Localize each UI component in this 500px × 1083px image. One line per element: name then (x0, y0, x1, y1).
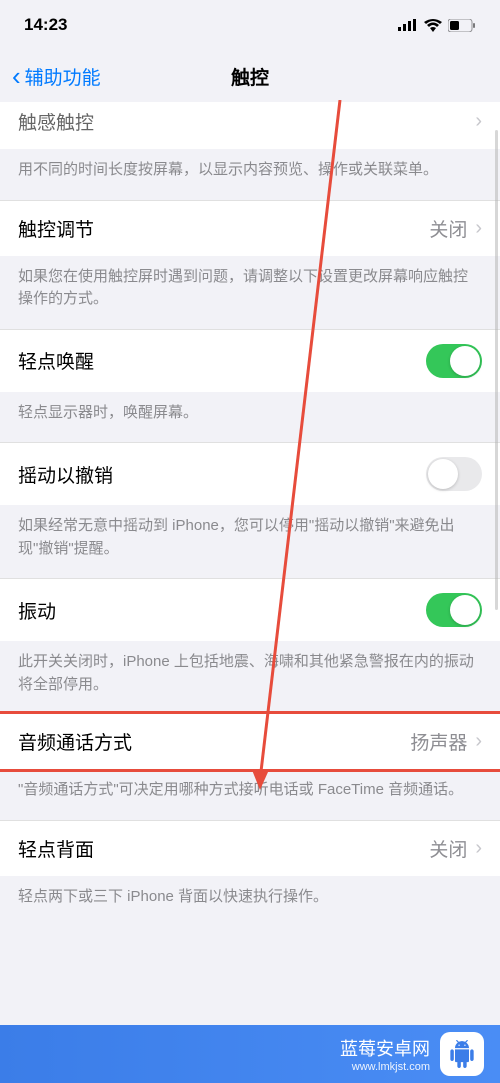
scrollbar[interactable] (495, 130, 498, 610)
vibration-footer: 此开关关闭时，iPhone 上包括地震、海啸和其他紧急警报在内的振动将全部停用。 (0, 641, 500, 714)
watermark-title: 蓝莓安卓网 (340, 1035, 430, 1061)
shake-undo-footer: 如果经常无意中摇动到 iPhone，您可以停用"摇动以撤销"来避免出现"撤销"提… (0, 505, 500, 578)
watermark-url: www.lmkjst.com (352, 1061, 430, 1073)
shake-undo-toggle[interactable] (426, 457, 482, 491)
watermark: 蓝莓安卓网 www.lmkjst.com (0, 1025, 500, 1083)
watermark-logo-icon (440, 1032, 484, 1076)
status-icons (398, 19, 476, 32)
tap-to-wake-row: 轻点唤醒 (0, 329, 500, 392)
highlight-annotation: 音频通话方式 扬声器 › (0, 711, 500, 772)
nav-title: 触控 (231, 63, 269, 90)
back-chevron-icon: ‹ (12, 63, 21, 89)
audio-call-footer: "音频通话方式"可决定用哪种方式接听电话或 FaceTime 音频通话。 (0, 769, 500, 820)
battery-icon (448, 19, 476, 32)
touch-adjust-value: 关闭 (429, 215, 467, 242)
back-tap-footer: 轻点两下或三下 iPhone 背面以快速执行操作。 (0, 876, 500, 927)
back-button[interactable]: ‹ 辅助功能 (12, 63, 101, 90)
tap-to-wake-footer: 轻点显示器时，唤醒屏幕。 (0, 392, 500, 443)
audio-call-row[interactable]: 音频通话方式 扬声器 › (0, 714, 500, 769)
back-tap-value: 关闭 (429, 835, 467, 862)
status-time: 14:23 (24, 15, 67, 35)
vibration-toggle[interactable] (426, 593, 482, 627)
touch-adjust-footer: 如果您在使用触控屏时遇到问题，请调整以下设置更改屏幕响应触控操作的方式。 (0, 256, 500, 329)
vibration-row: 振动 (0, 578, 500, 641)
shake-undo-row: 摇动以撤销 (0, 442, 500, 505)
chevron-icon: › (475, 110, 482, 133)
touch-adjust-row[interactable]: 触控调节 关闭 › (0, 200, 500, 256)
haptic-touch-row[interactable]: 触感触控 › (0, 102, 500, 149)
signal-icon (398, 19, 418, 31)
status-bar: 14:23 (0, 0, 500, 50)
chevron-icon: › (475, 217, 482, 240)
nav-bar: ‹ 辅助功能 触控 (0, 50, 500, 102)
chevron-icon: › (475, 837, 482, 860)
tap-to-wake-toggle[interactable] (426, 344, 482, 378)
back-tap-row[interactable]: 轻点背面 关闭 › (0, 820, 500, 876)
back-label: 辅助功能 (25, 63, 101, 90)
wifi-icon (424, 19, 442, 32)
haptic-touch-footer: 用不同的时间长度按屏幕，以显示内容预览、操作或关联菜单。 (0, 149, 500, 200)
chevron-icon: › (475, 730, 482, 753)
audio-call-value: 扬声器 (410, 728, 467, 755)
content-scroll[interactable]: 触感触控 › 用不同的时间长度按屏幕，以显示内容预览、操作或关联菜单。 触控调节… (0, 102, 500, 1083)
